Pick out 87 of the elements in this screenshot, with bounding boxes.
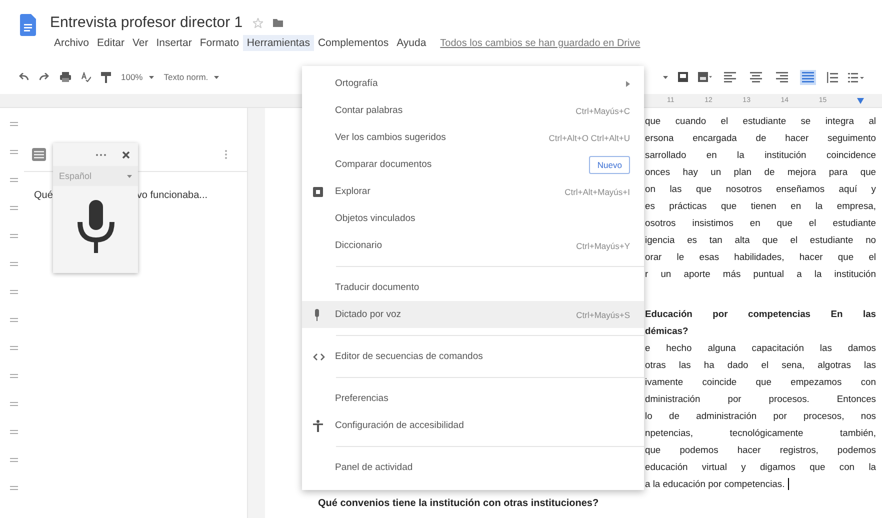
folder-icon — [272, 18, 283, 26]
close-icon — [122, 151, 130, 159]
document-text: sarrollado en la institución coincidence — [645, 148, 876, 162]
document-text: orar le esas habilidades, hacer que el — [645, 250, 876, 264]
explore-icon — [313, 186, 323, 196]
document-text: que podemos hacer registros, podemos — [645, 443, 876, 457]
menu-item[interactable]: Editar — [93, 35, 128, 51]
code-icon — [313, 352, 325, 360]
outline-icon — [32, 148, 46, 161]
list-icon — [848, 72, 864, 82]
save-status-link[interactable]: Todos los cambios se han guardado en Drive — [440, 38, 640, 48]
shortcut-text: Ctrl+Alt+O Ctrl+Alt+U — [548, 132, 630, 142]
align-button[interactable] — [722, 70, 738, 84]
outline-text[interactable]: Qué — [34, 190, 53, 201]
align-left-icon — [724, 72, 736, 82]
document-text: educación virtual y digamos que con la — [645, 460, 876, 474]
menu-item[interactable]: Ver — [128, 35, 152, 51]
document-text: e hecho alguna capacitación las damos — [645, 341, 876, 355]
menu-option[interactable]: Panel de actividad — [302, 454, 644, 481]
document-heading: Educación por competencias En las — [645, 307, 876, 321]
document-text: on las que nosotros enseñamos aquí y — [645, 182, 876, 196]
align-right-icon — [776, 72, 788, 82]
menu-item[interactable]: Formato — [196, 35, 243, 51]
shortcut-text: Ctrl+Alt+Mayús+I — [564, 186, 630, 196]
redo-icon — [39, 73, 50, 81]
menu-option[interactable]: Traducir documento — [302, 274, 644, 301]
document-text: otras las ha dado el sena, algotras las — [645, 358, 876, 372]
menu-option[interactable]: Objetos vinculados — [302, 205, 644, 232]
align-center-icon — [750, 72, 762, 82]
line-spacing-icon — [826, 72, 838, 82]
highlight-icon — [698, 72, 712, 82]
document-text: onces hay un plan de mejora para que — [645, 165, 876, 179]
caret-icon — [148, 76, 154, 78]
document-text: dministración por procesos. Entonces — [645, 392, 876, 406]
tab-stop-icon — [856, 98, 864, 104]
document-heading: démicas? — [645, 324, 690, 338]
menu-item[interactable]: Ayuda — [392, 35, 430, 51]
zoom-dropdown[interactable]: 100% — [121, 72, 154, 82]
align-button[interactable] — [800, 70, 816, 84]
document-text: a la educación por competencias. — [645, 477, 785, 491]
shortcut-text: Ctrl+Mayús+Y — [576, 240, 630, 250]
caret-icon — [127, 174, 132, 178]
microphone-icon — [76, 200, 116, 255]
menu-item[interactable]: Archivo — [50, 35, 94, 51]
shortcut-text: Ctrl+Mayús+C — [576, 106, 630, 116]
menu-item[interactable]: Herramientas — [242, 35, 314, 51]
document-text: lo de administración por procesos, nos — [645, 409, 876, 423]
spellcheck-icon — [81, 72, 91, 82]
menu-option[interactable]: Ortografía — [302, 70, 644, 97]
star-icon — [252, 18, 263, 28]
microphone-icon — [313, 308, 321, 320]
new-badge: Nuevo — [589, 156, 630, 174]
paint-format-icon — [101, 72, 111, 82]
menu-option[interactable]: Comparar documentos Nuevo — [302, 151, 644, 178]
caret-icon — [663, 76, 668, 78]
document-text: igencia es tan alta que el estudiante no — [645, 233, 876, 247]
menu-option[interactable]: Contar palabras Ctrl+Mayús+C — [302, 97, 644, 124]
docs-logo-icon — [20, 14, 36, 36]
menu-option[interactable]: Editor de secuencias de comandos — [302, 343, 644, 370]
align-button[interactable] — [774, 70, 790, 84]
menu-option[interactable]: Diccionario Ctrl+Mayús+Y — [302, 232, 644, 259]
menu-option[interactable]: Dictado por voz Ctrl+Mayús+S — [302, 301, 644, 328]
drag-handle-icon — [96, 154, 106, 156]
image-icon — [678, 72, 688, 82]
document-text: ivamente coincide que empezamos con — [645, 375, 876, 389]
menu-option[interactable]: Preferencias — [302, 385, 644, 412]
document-title[interactable]: Entrevista profesor director 1 — [50, 14, 243, 31]
caret-icon — [214, 76, 220, 78]
menu-option[interactable]: Ver los cambios sugeridos Ctrl+Alt+O Ctrl+Alt+U — [302, 124, 644, 151]
document-text: es prácticas que tienen en la empresa, — [645, 199, 876, 213]
shortcut-text: Ctrl+Mayús+S — [576, 310, 630, 320]
menu-option[interactable]: Explorar Ctrl+Alt+Mayús+I — [302, 178, 644, 205]
align-button[interactable] — [748, 70, 764, 84]
accessibility-icon — [313, 420, 323, 432]
print-icon — [60, 72, 71, 82]
document-text: osotros insistimos en que el estudiante — [645, 216, 876, 230]
style-dropdown[interactable]: Texto norm. — [164, 72, 220, 82]
document-text: npetencias, tecnológicamente también, — [645, 426, 876, 440]
document-text: r un aporte más puntual a la institución — [645, 267, 876, 281]
menu-item[interactable]: Complementos — [314, 35, 393, 51]
undo-icon — [18, 73, 29, 81]
document-text: ersona encargada de hacer seguimento — [645, 131, 876, 145]
document-text: que cuando el estudiante se integra al — [645, 114, 876, 128]
menu-option[interactable]: Configuración de accesibilidad — [302, 412, 644, 439]
align-justify-icon — [802, 72, 814, 82]
document-heading: Qué convenios tiene la institución con otras instituciones? — [318, 498, 600, 509]
menu-item[interactable]: Insertar — [152, 35, 196, 51]
